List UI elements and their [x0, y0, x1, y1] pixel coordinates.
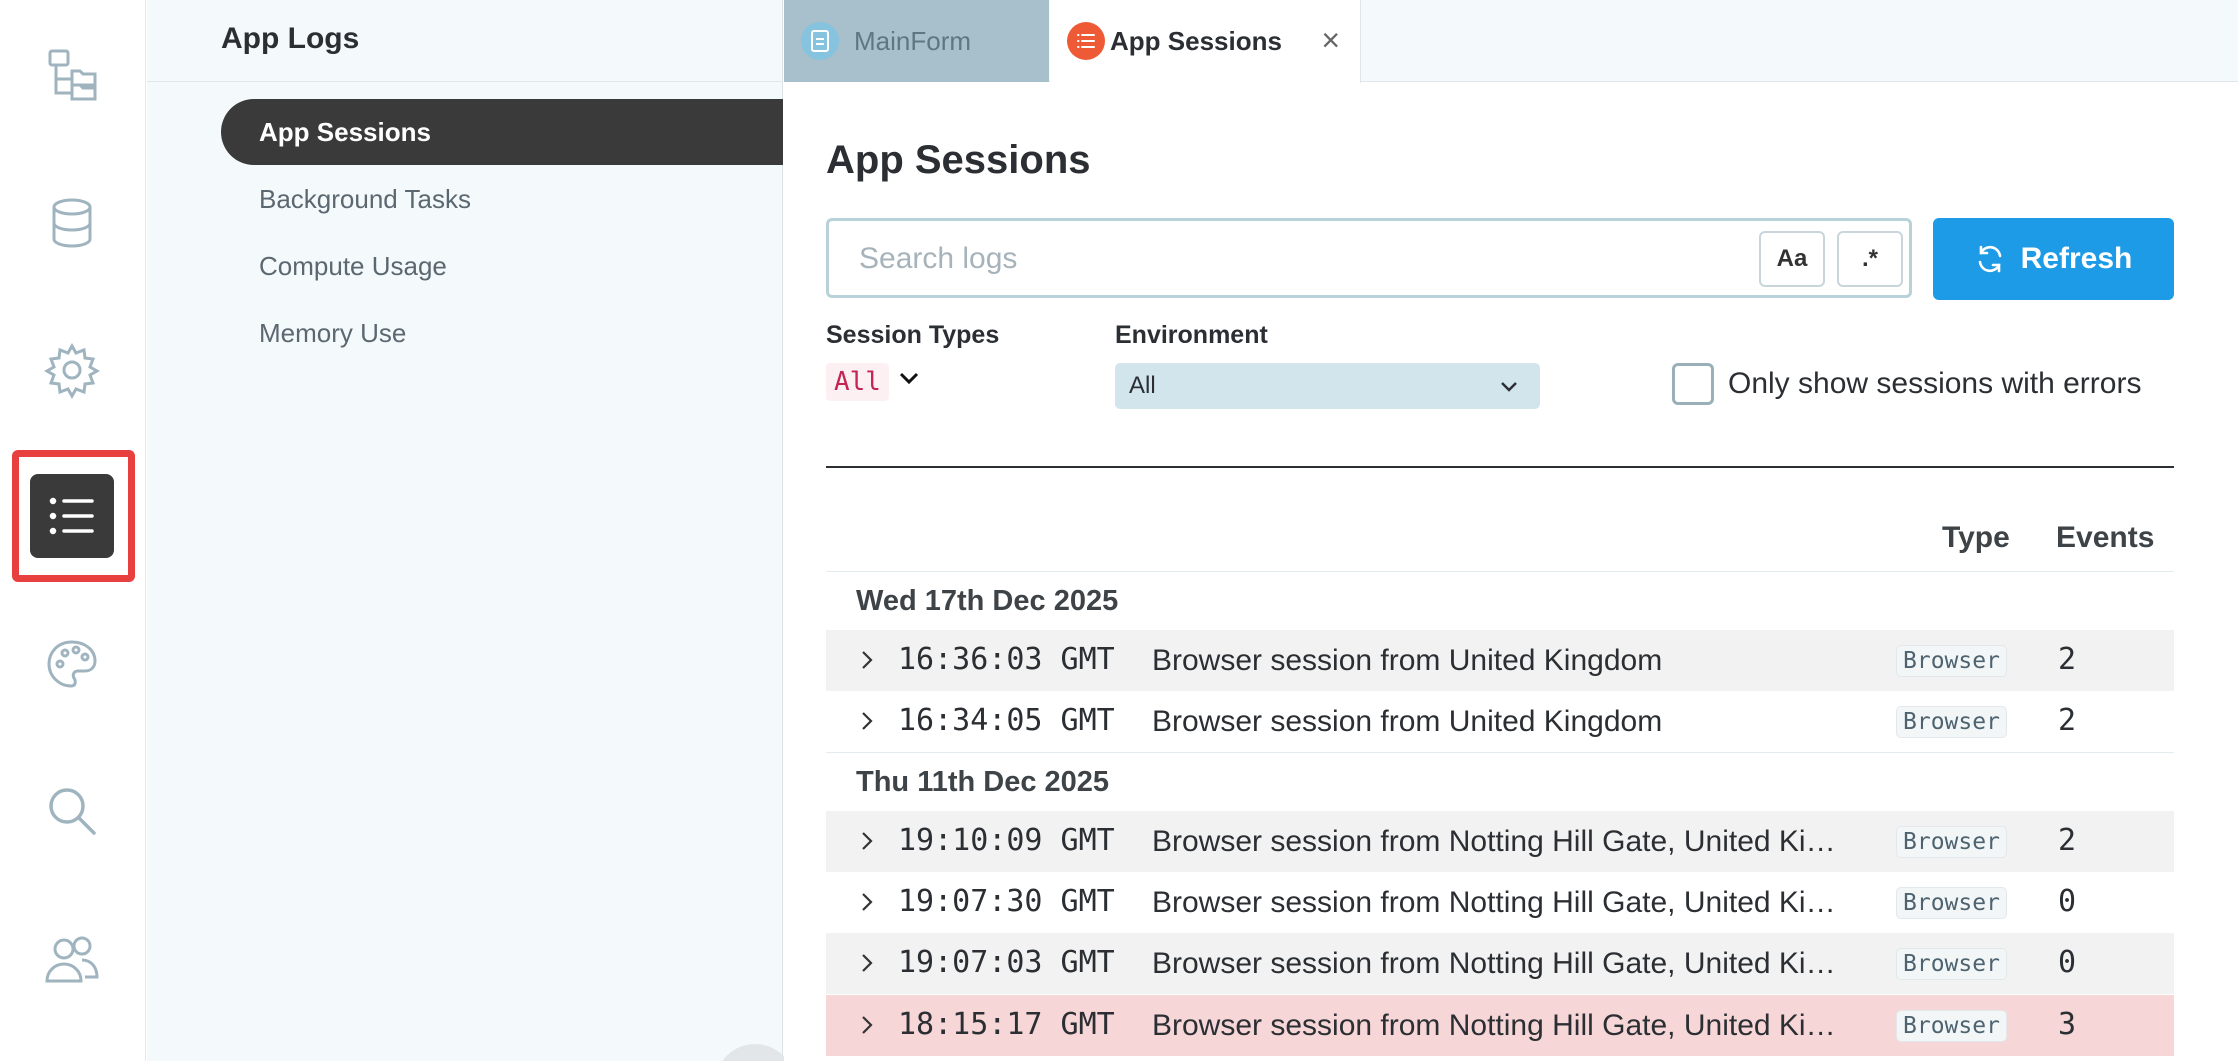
tree-view-icon[interactable] [30, 33, 114, 117]
environment-label: Environment [1115, 321, 1268, 349]
regex-toggle[interactable]: .* [1837, 231, 1903, 287]
environment-select[interactable]: All [1115, 363, 1540, 409]
chevron-right-icon[interactable] [856, 891, 878, 913]
users-icon[interactable] [30, 917, 114, 1001]
refresh-icon [1978, 245, 2001, 273]
search-icon[interactable] [30, 769, 114, 853]
session-event-count: 2 [2058, 703, 2077, 738]
session-type-badge: Browser [1896, 948, 2007, 980]
column-header-type: Type [1942, 521, 2010, 554]
session-description: Browser session from Notting Hill Gate, … [1152, 947, 1852, 980]
nav-item-memory-use[interactable]: Memory Use [221, 300, 783, 366]
chevron-right-icon[interactable] [856, 649, 878, 671]
session-row-error[interactable]: 18:15:17 GMT Browser session from Nottin… [826, 995, 2174, 1056]
close-icon[interactable]: × [1321, 22, 1340, 59]
session-event-count: 2 [2058, 642, 2077, 677]
refresh-button[interactable]: Refresh [1933, 218, 2174, 300]
chevron-down-icon[interactable] [896, 365, 922, 391]
session-description: Browser session from Notting Hill Gate, … [1152, 1009, 1852, 1042]
form-icon [801, 22, 839, 60]
nav-item-compute-usage[interactable]: Compute Usage [221, 233, 783, 299]
environment-value: All [1129, 372, 1156, 399]
tab-label: MainForm [854, 25, 972, 56]
session-time: 16:36:03 GMT [898, 642, 1115, 677]
session-type-badge: Browser [1896, 826, 2007, 858]
session-row[interactable]: 19:07:03 GMT Browser session from Nottin… [826, 933, 2174, 994]
session-row[interactable]: 16:34:05 GMT Browser session from United… [826, 691, 2174, 752]
session-description: Browser session from Notting Hill Gate, … [1152, 886, 1852, 919]
session-description: Browser session from Notting Hill Gate, … [1152, 825, 1852, 858]
session-type-badge: Browser [1896, 887, 2007, 919]
session-row[interactable]: 19:07:30 GMT Browser session from Nottin… [826, 872, 2174, 933]
session-time: 18:15:17 GMT [898, 1007, 1115, 1042]
search-box: Aa .* [826, 218, 1912, 298]
session-description: Browser session from United Kingdom [1152, 644, 1663, 677]
search-input[interactable] [859, 239, 1719, 279]
tab-app-sessions[interactable]: App Sessions × [1050, 0, 1361, 83]
session-types-label: Session Types [826, 321, 1000, 349]
chevron-down-icon [1501, 382, 1517, 392]
session-event-count: 0 [2058, 884, 2077, 919]
chevron-right-icon[interactable] [856, 830, 878, 852]
panel-resize-handle[interactable] [715, 1044, 795, 1061]
session-row[interactable]: 16:36:03 GMT Browser session from United… [826, 630, 2174, 691]
session-type-badge: Browser [1896, 706, 2007, 738]
session-event-count: 2 [2058, 823, 2077, 858]
date-group-header: Thu 11th Dec 2025 [856, 765, 1110, 798]
app-logs-panel: App Logs App Sessions Background Tasks C… [147, 0, 795, 1061]
main-content: App Sessions Aa .* Refresh Session Types… [784, 83, 2238, 1061]
session-time: 19:10:09 GMT [898, 823, 1115, 858]
chevron-right-icon[interactable] [856, 710, 878, 732]
nav-item-app-sessions[interactable]: App Sessions [221, 99, 783, 165]
session-type-badge: Browser [1896, 1010, 2007, 1042]
errors-only-checkbox[interactable] [1672, 363, 1714, 405]
settings-gear-icon[interactable] [30, 328, 114, 412]
session-event-count: 0 [2058, 945, 2077, 980]
tab-bar: MainForm App Sessions × [784, 0, 2238, 83]
match-case-toggle[interactable]: Aa [1759, 231, 1825, 287]
session-types-select[interactable]: All [826, 363, 889, 401]
session-time: 19:07:30 GMT [898, 884, 1115, 919]
tab-label: App Sessions [1110, 26, 1282, 56]
panel-title: App Logs [221, 22, 360, 55]
page-title: App Sessions [826, 138, 1091, 182]
session-event-count: 3 [2058, 1007, 2077, 1042]
errors-only-label: Only show sessions with errors [1728, 367, 2142, 400]
divider [147, 81, 783, 82]
database-icon[interactable] [30, 181, 114, 265]
palette-icon[interactable] [30, 622, 114, 706]
column-header-events: Events [2056, 521, 2155, 554]
session-type-badge: Browser [1896, 645, 2007, 677]
list-icon [1067, 22, 1105, 60]
session-row[interactable]: 19:10:09 GMT Browser session from Nottin… [826, 811, 2174, 872]
session-time: 16:34:05 GMT [898, 703, 1115, 738]
tab-mainform[interactable]: MainForm [784, 0, 1049, 82]
annotation-highlight-box [12, 450, 135, 582]
nav-item-background-tasks[interactable]: Background Tasks [221, 166, 783, 232]
refresh-label: Refresh [2020, 242, 2133, 275]
chevron-right-icon[interactable] [856, 1014, 878, 1036]
divider [826, 466, 2174, 468]
session-time: 19:07:03 GMT [898, 945, 1115, 980]
date-group-header: Wed 17th Dec 2025 [856, 584, 1119, 617]
session-description: Browser session from United Kingdom [1152, 705, 1663, 738]
chevron-right-icon[interactable] [856, 952, 878, 974]
